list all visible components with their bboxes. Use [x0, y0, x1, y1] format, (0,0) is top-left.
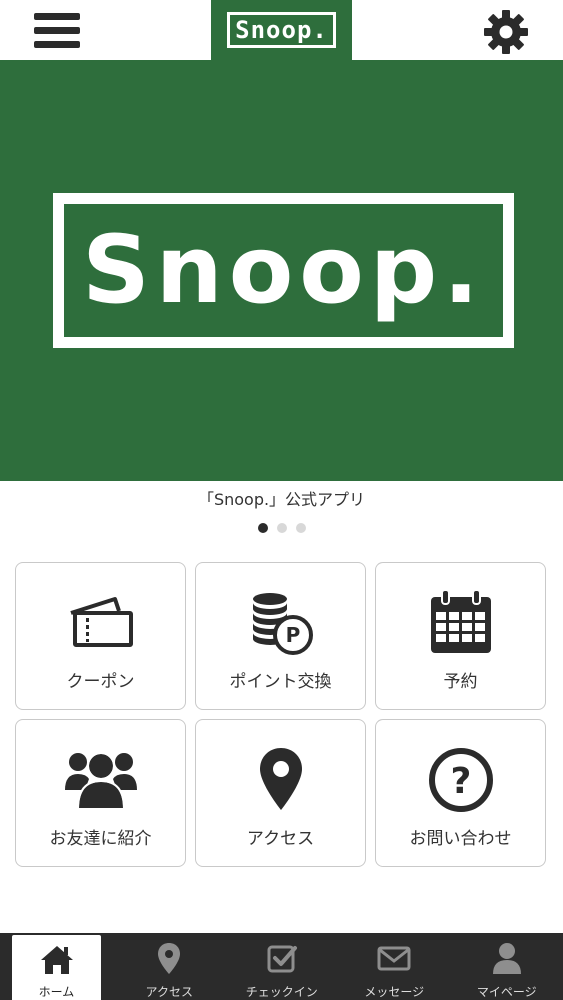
people-icon: [63, 742, 139, 818]
question-circle-icon: ?: [423, 742, 499, 818]
gear-icon[interactable]: [481, 7, 531, 57]
nav-item-mypage[interactable]: マイページ: [451, 933, 563, 1000]
tile-label: お問い合わせ: [409, 829, 512, 849]
tile-label: 予約: [443, 672, 478, 692]
tile-label: アクセス: [246, 829, 315, 849]
user-icon: [489, 940, 525, 976]
tile-label: クーポン: [66, 672, 135, 692]
hero-logo-text: Snoop.: [82, 215, 485, 325]
tile-access[interactable]: アクセス: [195, 719, 366, 867]
app-screen: Snoop. Snoop. 「Snoop.」公式アプリ クーポン P ポイント交…: [0, 0, 563, 1000]
nav-label: メッセージ: [364, 985, 425, 999]
svg-text:P: P: [285, 623, 300, 647]
nav-label: アクセス: [145, 985, 193, 999]
tile-contact[interactable]: ? お問い合わせ: [375, 719, 546, 867]
tile-refer-friend[interactable]: お友達に紹介: [15, 719, 186, 867]
map-pin-icon: [151, 940, 187, 976]
nav-label: ホーム: [38, 985, 75, 999]
hero-banner[interactable]: Snoop.: [0, 60, 563, 481]
tile-point-exchange[interactable]: P ポイント交換: [195, 562, 366, 710]
nav-item-access[interactable]: アクセス: [113, 933, 226, 1000]
svg-text:?: ?: [450, 761, 471, 802]
header-bar: Snoop.: [0, 0, 563, 60]
bottom-nav: ホーム アクセス チェックイン メッセージ マイページ: [0, 933, 563, 1000]
carousel-dot-1[interactable]: [257, 523, 268, 533]
nav-item-message[interactable]: メッセージ: [338, 933, 451, 1000]
checkbox-icon: [264, 940, 300, 976]
nav-label: マイページ: [476, 985, 537, 999]
tile-reservation[interactable]: 予約: [375, 562, 546, 710]
tile-label: お友達に紹介: [49, 829, 152, 849]
carousel-dots: [0, 523, 563, 533]
map-pin-icon: [243, 742, 319, 818]
home-icon: [39, 942, 75, 978]
nav-item-checkin[interactable]: チェックイン: [226, 933, 339, 1000]
tile-coupon[interactable]: クーポン: [15, 562, 186, 710]
hamburger-menu-icon[interactable]: [30, 8, 84, 52]
carousel-dot-3[interactable]: [295, 523, 306, 533]
header-logo-text: Snoop.: [235, 16, 328, 44]
ticket-icon: [63, 585, 139, 661]
hero-caption: 「Snoop.」公式アプリ: [197, 490, 366, 509]
header-logo: Snoop.: [211, 0, 352, 60]
nav-label: チェックイン: [245, 985, 318, 999]
nav-item-home[interactable]: ホーム: [12, 935, 101, 1000]
hero-logo: Snoop.: [53, 193, 514, 348]
envelope-icon: [376, 940, 412, 976]
carousel-dot-2[interactable]: [276, 523, 287, 533]
coins-point-icon: P: [243, 585, 319, 661]
menu-grid: クーポン P ポイント交換 予約 お友達に紹介 アクセス ? お問い合わせ: [15, 562, 547, 868]
calendar-icon: [423, 585, 499, 661]
tile-label: ポイント交換: [229, 672, 332, 692]
